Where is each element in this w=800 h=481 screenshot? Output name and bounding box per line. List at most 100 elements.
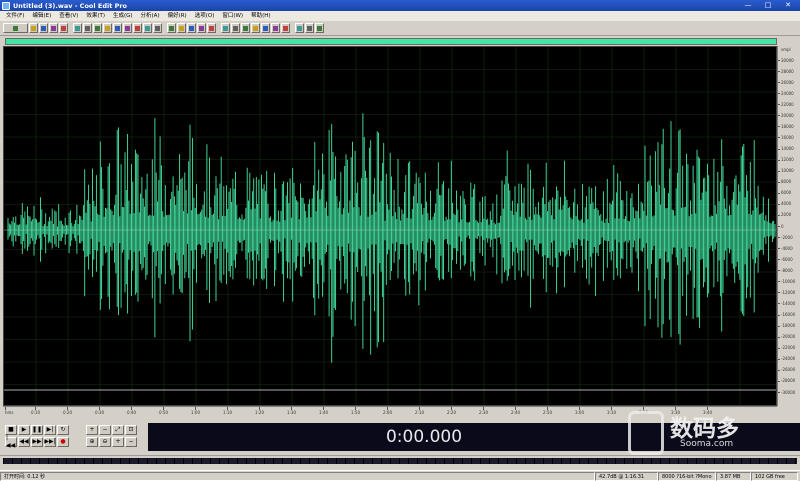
amplitude-tick — [778, 369, 780, 371]
status-size: 3.87 MB — [716, 471, 751, 481]
close-button[interactable]: ✕ — [779, 1, 797, 10]
time-display: 0:00.000 — [148, 423, 800, 451]
help-icon[interactable] — [315, 23, 324, 33]
amplitude-tick — [778, 314, 780, 316]
shortcut-key-strip[interactable] — [3, 458, 797, 464]
play-button[interactable]: ▶ — [18, 425, 30, 435]
amplitude-label: -6000 — [781, 256, 793, 262]
stereo-icon[interactable] — [281, 23, 290, 33]
zoom-in-button[interactable]: + — [86, 425, 98, 435]
menu-item[interactable]: 分析(A) — [137, 11, 164, 21]
menu-item[interactable]: 效果(T) — [82, 11, 109, 21]
menu-item[interactable]: 窗口(W) — [218, 11, 247, 21]
amplitude-tick — [778, 226, 780, 227]
menu-item[interactable]: 编辑(E) — [28, 11, 55, 21]
amplitude-label: -8000 — [781, 267, 793, 273]
time-label: 3:20 — [639, 410, 648, 415]
open-icon[interactable] — [29, 23, 38, 33]
zoom-out-vertical-button[interactable]: ⊖ — [99, 437, 111, 447]
record-button[interactable]: ● — [57, 437, 69, 447]
envelope-icon[interactable] — [167, 23, 176, 33]
amplitude-tick — [778, 358, 780, 360]
waveform-display[interactable] — [3, 46, 777, 406]
menu-item[interactable]: 帮助(H) — [247, 11, 274, 21]
marker-icon[interactable] — [221, 23, 230, 33]
menu-item[interactable]: 查看(V) — [55, 11, 82, 21]
waveform-canvas[interactable] — [4, 47, 777, 406]
minimize-button[interactable]: — — [739, 1, 757, 10]
amplitude-tick — [778, 380, 780, 382]
pitch-icon[interactable] — [177, 23, 186, 33]
amplitude-label: 28000 — [781, 68, 794, 74]
trim-icon[interactable] — [143, 23, 152, 33]
grid-icon[interactable] — [261, 23, 270, 33]
amplitude-label: 6000 — [781, 190, 792, 196]
zoom-out-button[interactable]: − — [99, 425, 111, 435]
amplitude-ruler: smpl 30000 28000 26000 24000 22000 20000 18000 1… — [777, 46, 800, 406]
info-icon[interactable] — [251, 23, 260, 33]
window-title: Untitled (3).wav - Cool Edit Pro — [13, 1, 128, 10]
session-icon[interactable] — [59, 23, 68, 33]
fast-forward-button[interactable]: ▶▶ — [31, 437, 43, 447]
loop-button[interactable]: ↻ — [57, 425, 69, 435]
amplitude-label: 30000 — [781, 57, 794, 63]
copy-icon[interactable] — [103, 23, 112, 33]
maximize-button[interactable]: □ — [759, 1, 777, 10]
save-icon[interactable] — [49, 23, 58, 33]
amplitude-label: -14000 — [781, 300, 796, 306]
overview-visible-range[interactable] — [6, 39, 776, 44]
amplitude-tick — [778, 259, 780, 261]
silence-icon[interactable] — [153, 23, 162, 33]
time-label: 0:30 — [95, 410, 104, 415]
record-settings-icon[interactable] — [305, 23, 314, 33]
undo-icon[interactable] — [73, 23, 82, 33]
cd-icon[interactable] — [295, 23, 304, 33]
wave-view-icon[interactable] — [3, 23, 28, 33]
frequency-icon[interactable] — [207, 23, 216, 33]
amplitude-label: 24000 — [781, 90, 794, 96]
zoom-right-button[interactable]: − — [125, 437, 137, 447]
menu-item[interactable]: 偏好(R) — [164, 11, 191, 21]
amplitude-label: 2000 — [781, 212, 792, 218]
menu-item[interactable]: 选项(O) — [191, 11, 219, 21]
redo-icon[interactable] — [83, 23, 92, 33]
waveform-overview[interactable] — [5, 38, 777, 45]
zoom-full-button[interactable]: ⤢ — [112, 425, 124, 435]
mono-icon[interactable] — [271, 23, 280, 33]
loop-icon[interactable] — [231, 23, 240, 33]
app-icon — [2, 1, 10, 10]
paste-icon[interactable] — [113, 23, 122, 33]
amplitude-label: -18000 — [781, 323, 796, 329]
shortcut-strip — [0, 455, 800, 467]
spectral-icon[interactable] — [197, 23, 206, 33]
rewind-button[interactable]: ◀◀ — [18, 437, 30, 447]
paste-new-icon[interactable] — [123, 23, 132, 33]
mix-paste-icon[interactable] — [133, 23, 142, 33]
time-label: 2:00 — [383, 410, 392, 415]
time-ruler: hms 0:10 0:20 0:30 0:40 0:50 1:00 1:10 1:20 1:30 1… — [3, 406, 777, 417]
status-open-time: 打开时间: 0.12 秒 — [0, 471, 595, 481]
amplitude-label: -26000 — [781, 367, 796, 373]
zoom-in-vertical-button[interactable]: ⊕ — [86, 437, 98, 447]
amplitude-tick — [778, 248, 780, 250]
folder-icon[interactable] — [39, 23, 48, 33]
play-to-end-button[interactable]: ▶| — [44, 425, 56, 435]
noise-icon[interactable] — [187, 23, 196, 33]
go-to-start-button[interactable]: |◀◀ — [5, 434, 17, 449]
zoom-selection-button[interactable]: ⊡ — [125, 425, 137, 435]
menu-bar: 文件(F) 编辑(E) 查看(V) 效果(T) 生成(G) 分析(A) 偏好(R) 选项(O)… — [0, 11, 800, 21]
amplitude-label: 0 — [781, 223, 784, 229]
zoom-left-button[interactable]: + — [112, 437, 124, 447]
time-label: 1:00 — [191, 410, 200, 415]
amplitude-label: 20000 — [781, 112, 794, 118]
pause-button[interactable]: ❚❚ — [31, 425, 43, 435]
amplitude-label: 22000 — [781, 101, 794, 107]
menu-item[interactable]: 文件(F) — [2, 11, 28, 21]
amplitude-label: 16000 — [781, 134, 794, 140]
cut-icon[interactable] — [93, 23, 102, 33]
menu-item[interactable]: 生成(G) — [109, 11, 137, 21]
amplitude-tick — [778, 104, 780, 106]
go-to-end-button[interactable]: ▶▶| — [44, 437, 56, 447]
time-label: hms — [5, 410, 14, 415]
cue-icon[interactable] — [241, 23, 250, 33]
